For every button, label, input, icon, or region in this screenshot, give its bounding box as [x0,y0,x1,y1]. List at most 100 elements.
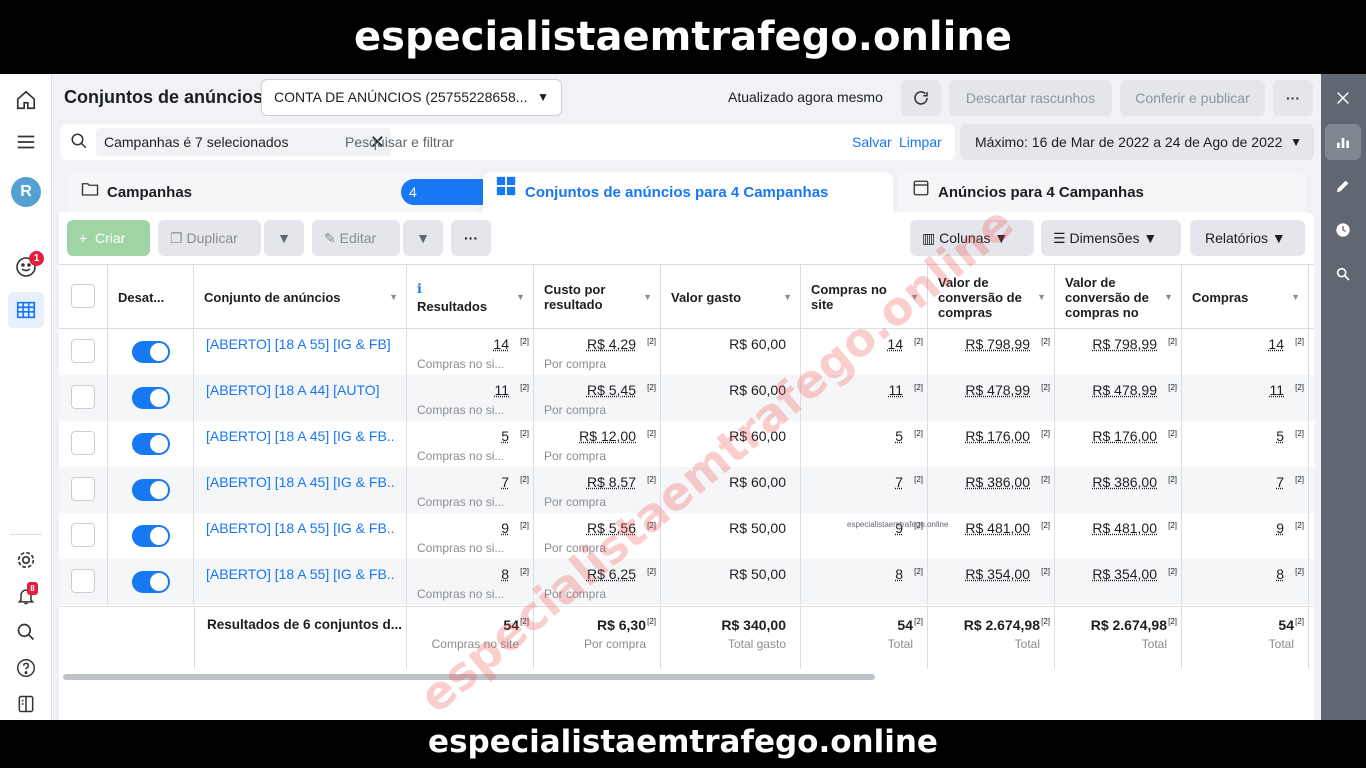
col-conv-value[interactable]: Valor de conversão de compras ▼ [928,265,1055,329]
search-input[interactable]: Pesquisar e filtrar [345,134,454,150]
table-row[interactable]: [ABERTO] [18 A 44] [AUTO] 11 [2] Compras no… [59,375,1314,421]
row-checkbox[interactable] [71,385,95,409]
row-conv-value[interactable]: R$ 798,99 [965,336,1030,352]
row-results-value[interactable]: 5 [501,428,509,444]
account-selector[interactable]: CONTA DE ANÚNCIOS (25755228658... ▼ [261,79,562,116]
adset-name-link[interactable]: [ABERTO] [18 A 45] [IG & FB... [206,474,396,490]
table-row[interactable]: [ABERTO] [18 A 45] [IG & FB... 7 [2] Compra… [59,467,1314,513]
delivery-toggle[interactable] [132,571,170,593]
row-checkbox[interactable] [71,523,95,547]
pencil-icon[interactable] [1325,168,1361,204]
table-icon[interactable] [8,292,44,328]
delivery-toggle[interactable] [132,479,170,501]
col-purchases-site[interactable]: Compras no site ▼ [801,265,928,329]
row-cost-value[interactable]: R$ 5,56 [587,520,636,536]
columns-button[interactable]: ▥ Colunas ▼ [910,220,1034,256]
edit-button[interactable]: ✎ Editar [312,220,400,256]
review-publish-button[interactable]: Conferir e publicar [1120,80,1265,116]
row-purch-value[interactable]: 9 [1276,520,1284,536]
col-results[interactable]: ℹ Resultados ▼ [407,265,534,329]
row-conv-value[interactable]: R$ 478,99 [965,382,1030,398]
row-cost-value[interactable]: R$ 12,00 [579,428,636,444]
tab-adsets[interactable]: Conjuntos de anúncios para 4 Campanhas [483,172,893,212]
row-results-value[interactable]: 14 [493,336,509,352]
row-checkbox[interactable] [71,477,95,501]
col-cost[interactable]: Custo por resultado ▼ [534,265,661,329]
col-name[interactable]: Conjunto de anúncios ▼ [194,265,407,329]
date-range-picker[interactable]: Máximo: 16 de Mar de 2022 a 24 de Ago de… [960,124,1314,160]
row-results-value[interactable]: 11 [494,382,509,398]
table-row[interactable]: [ABERTO] [18 A 55] [IG & FB... 8 [2] Compra… [59,559,1314,605]
tab-ads[interactable]: Anúncios para 4 Campanhas [898,172,1306,212]
col-purchases[interactable]: Compras ▼ [1182,265,1309,329]
table-row[interactable]: [ABERTO] [18 A 55] [IG & FB... 9 [2] Compra… [59,513,1314,559]
row-conv-value[interactable]: R$ 176,00 [965,428,1030,444]
row-conv-value[interactable]: R$ 386,00 [965,474,1030,490]
row-checkbox[interactable] [71,569,95,593]
row-checkbox[interactable] [71,339,95,363]
panel-toggle-icon[interactable] [8,686,44,720]
search-filter-bar[interactable]: Campanhas é 7 selecionados ✕ Pesquisar e… [60,124,955,160]
help-icon[interactable] [8,650,44,686]
adset-name-link[interactable]: [ABERTO] [18 A 55] [IG & FB... [206,520,396,536]
row-conv2-value[interactable]: R$ 481,00 [1092,520,1157,536]
menu-icon[interactable] [8,124,44,160]
delivery-toggle[interactable] [132,387,170,409]
row-cost-value[interactable]: R$ 4,29 [587,336,636,352]
refresh-button[interactable] [901,80,941,116]
row-conv2-value[interactable]: R$ 176,00 [1092,428,1157,444]
edit-dropdown[interactable]: ▼ [403,220,443,256]
home-icon[interactable] [8,82,44,118]
duplicate-dropdown[interactable]: ▼ [264,220,304,256]
adset-name-link[interactable]: [ABERTO] [18 A 55] [IG & FB... [206,566,396,582]
row-purch-value[interactable]: 8 [1276,566,1284,582]
row-site-value[interactable]: 7 [895,474,903,490]
row-conv2-value[interactable]: R$ 354,00 [1092,566,1157,582]
row-purch-value[interactable]: 11 [1269,382,1284,398]
create-button[interactable]: + Criar [67,220,150,256]
row-purch-value[interactable]: 7 [1276,474,1284,490]
clock-icon[interactable] [1325,212,1361,248]
row-site-value[interactable]: 8 [895,566,903,582]
settings-icon[interactable] [8,542,44,578]
row-conv-value[interactable]: R$ 481,00 [965,520,1030,536]
row-cost-value[interactable]: R$ 6,25 [587,566,636,582]
row-site-value[interactable]: 11 [888,382,903,398]
row-conv2-value[interactable]: R$ 798,99 [1092,336,1157,352]
notifications-smiley-icon[interactable]: 1 [8,249,44,285]
adset-name-link[interactable]: [ABERTO] [18 A 45] [IG & FB... [206,428,396,444]
horizontal-scrollbar[interactable] [63,674,875,680]
discard-drafts-button[interactable]: Descartar rascunhos [949,80,1112,116]
row-site-value[interactable]: 5 [895,428,903,444]
row-cost-value[interactable]: R$ 5,45 [587,382,636,398]
row-purch-value[interactable]: 14 [1268,336,1284,352]
table-row[interactable]: [ABERTO] [18 A 45] [IG & FB... 5 [2] Compra… [59,421,1314,467]
row-conv2-value[interactable]: R$ 478,99 [1092,382,1157,398]
col-toggle[interactable]: Desat... [108,265,194,329]
clear-filter-link[interactable]: Limpar [899,134,942,150]
more-actions-button[interactable]: ··· [451,220,491,256]
dimensions-button[interactable]: ☰ Dimensões ▼ [1041,220,1181,256]
col-conv-value-2[interactable]: Valor de conversão de compras no ▼ [1055,265,1182,329]
delivery-toggle[interactable] [132,433,170,455]
tab-campaigns[interactable]: Campanhas 4 selecionados ✕ [67,172,501,252]
row-results-value[interactable]: 7 [501,474,509,490]
chart-icon[interactable] [1325,124,1361,160]
account-avatar[interactable]: R [8,174,44,210]
row-results-value[interactable]: 9 [501,520,509,536]
duplicate-button[interactable]: ❐ Duplicar [158,220,261,256]
row-results-value[interactable]: 8 [501,566,509,582]
row-cost-value[interactable]: R$ 8,57 [587,474,636,490]
row-conv2-value[interactable]: R$ 386,00 [1092,474,1157,490]
row-checkbox[interactable] [71,431,95,455]
row-purch-value[interactable]: 5 [1276,428,1284,444]
bell-icon[interactable]: 8 [8,578,44,614]
adset-name-link[interactable]: [ABERTO] [18 A 44] [AUTO] [206,382,396,398]
adset-name-link[interactable]: [ABERTO] [18 A 55] [IG & FB] [206,336,396,352]
table-row[interactable]: [ABERTO] [18 A 55] [IG & FB] 14 [2] Compras… [59,329,1314,375]
search-icon[interactable] [8,614,44,650]
reports-button[interactable]: Relatórios ▼ [1190,220,1305,256]
more-options-button[interactable]: ··· [1273,80,1313,116]
inspect-icon[interactable] [1325,256,1361,292]
row-conv-value[interactable]: R$ 354,00 [965,566,1030,582]
